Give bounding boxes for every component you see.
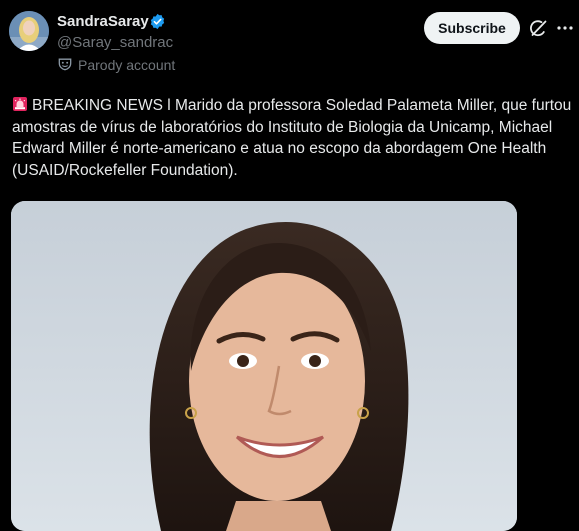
grok-icon[interactable] (528, 18, 548, 38)
siren-icon (12, 96, 28, 112)
tweet-body: BREAKING NEWS l Marido da professora Sol… (12, 97, 572, 179)
user-handle[interactable]: @Saray_sandrac (57, 34, 173, 51)
tweet-photo[interactable] (11, 201, 517, 531)
tweet-text: BREAKING NEWS l Marido da professora Sol… (12, 95, 572, 181)
verified-badge-icon (149, 13, 166, 30)
tweet-post: SandraSaray @Saray_sandrac Parody accoun… (0, 0, 579, 531)
parody-mask-icon (58, 57, 72, 71)
avatar[interactable] (9, 11, 49, 51)
more-icon[interactable] (556, 18, 574, 38)
subscribe-button[interactable]: Subscribe (424, 12, 520, 44)
display-name[interactable]: SandraSaray (57, 13, 149, 30)
parody-account-label: Parody account (78, 57, 176, 73)
